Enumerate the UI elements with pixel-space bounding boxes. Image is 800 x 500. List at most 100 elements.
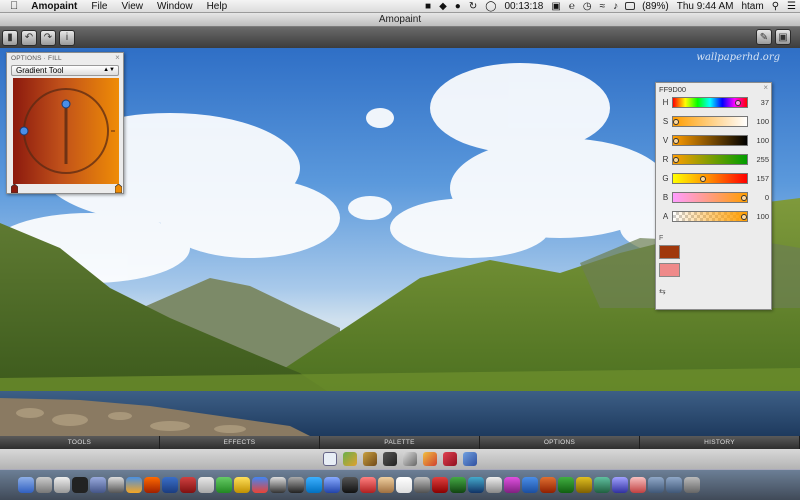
timer-icon[interactable]: ◯: [481, 1, 500, 12]
gradient-preview[interactable]: [13, 78, 119, 184]
brightness-knob[interactable]: [673, 137, 679, 144]
green-knob[interactable]: [700, 175, 707, 182]
slider-value-brightness[interactable]: V 100: [659, 134, 771, 146]
calendar-icon[interactable]: [396, 477, 412, 493]
hue-knob[interactable]: [734, 99, 741, 106]
mission-control-icon[interactable]: [54, 477, 70, 493]
slider-blue[interactable]: B 0: [659, 191, 771, 203]
document-tool-icon[interactable]: [323, 452, 337, 466]
app-icon-crimson[interactable]: [432, 477, 448, 493]
app-icon-red[interactable]: [180, 477, 196, 493]
fill-tool-icon[interactable]: [423, 452, 437, 466]
text-tool-icon[interactable]: [443, 452, 457, 466]
volume-icon[interactable]: ♪: [609, 1, 622, 12]
app-icon-gray[interactable]: [414, 477, 430, 493]
panels-icon[interactable]: ▮: [2, 29, 18, 46]
safari-icon[interactable]: [126, 477, 142, 493]
battery-text[interactable]: (89%): [638, 1, 673, 12]
display-icon[interactable]: ▣: [547, 1, 564, 12]
menu-help[interactable]: Help: [200, 0, 235, 13]
terminal-icon[interactable]: [72, 477, 88, 493]
hue-bar[interactable]: [672, 96, 748, 108]
timer-text[interactable]: 00:13:18: [500, 1, 547, 12]
alpha-knob[interactable]: [741, 213, 747, 220]
menu-file[interactable]: File: [84, 0, 114, 13]
app-icon-mint[interactable]: [594, 477, 610, 493]
app-icon-tan[interactable]: [378, 477, 394, 493]
saturation-bar[interactable]: [672, 115, 748, 127]
amopaint-dock-icon[interactable]: [630, 477, 646, 493]
eraser-tool-icon[interactable]: [403, 452, 417, 466]
swap-colors-icon[interactable]: ⇆: [659, 287, 666, 296]
app-icon-dark[interactable]: [288, 477, 304, 493]
chrome-icon[interactable]: [252, 477, 268, 493]
menu-window[interactable]: Window: [150, 0, 200, 13]
app-icon-indigo[interactable]: [612, 477, 628, 493]
info-icon[interactable]: i: [59, 29, 75, 46]
red-bar[interactable]: [672, 153, 748, 165]
gradient-stop-end[interactable]: [115, 184, 122, 193]
system-prefs-icon[interactable]: [90, 477, 106, 493]
tab-history[interactable]: HISTORY: [640, 436, 800, 449]
slider-alpha[interactable]: A 100: [659, 210, 771, 222]
red-knob[interactable]: [673, 156, 679, 163]
notifications-icon[interactable]: ☰: [783, 1, 800, 12]
app-icon-yellow[interactable]: [576, 477, 592, 493]
tray-app-icon[interactable]: ■: [421, 1, 435, 12]
app-icon-green[interactable]: [216, 477, 232, 493]
piano-app-icon[interactable]: [270, 477, 286, 493]
close-icon[interactable]: ×: [763, 83, 768, 92]
launchpad-icon[interactable]: [36, 477, 52, 493]
dropbox-icon[interactable]: ◆: [435, 1, 451, 12]
green-bar[interactable]: [672, 172, 748, 184]
stamp-tool-icon[interactable]: [383, 452, 397, 466]
blue-knob[interactable]: [741, 194, 747, 201]
brightness-bar[interactable]: [672, 134, 748, 146]
excel-icon[interactable]: [558, 477, 574, 493]
downloads-folder-icon[interactable]: [648, 477, 664, 493]
app-icon-silver[interactable]: [486, 477, 502, 493]
evernote-icon[interactable]: ●: [451, 1, 465, 12]
app-icon-pink[interactable]: [360, 477, 376, 493]
wifi-icon[interactable]: ≈: [596, 1, 610, 12]
word-icon[interactable]: [522, 477, 538, 493]
picker-tool-icon[interactable]: [463, 452, 477, 466]
gradient-angle-dial[interactable]: [13, 78, 119, 184]
app-icon-blue[interactable]: [324, 477, 340, 493]
foreground-swatch[interactable]: [659, 245, 680, 259]
user-name[interactable]: htam: [737, 1, 767, 12]
photo-app-icon[interactable]: [108, 477, 124, 493]
gradient-handle-end[interactable]: [61, 99, 71, 109]
app-icon-forest[interactable]: [450, 477, 466, 493]
brush-tool-icon[interactable]: [343, 452, 357, 466]
saturation-knob[interactable]: [673, 118, 679, 125]
slider-hue[interactable]: H 37: [659, 96, 771, 108]
skype-icon[interactable]: [306, 477, 322, 493]
tab-options[interactable]: OPTIONS: [480, 436, 640, 449]
timemachine-icon[interactable]: ◷: [579, 1, 596, 12]
bluetooth-icon[interactable]: ℮: [565, 1, 579, 12]
background-swatch[interactable]: [659, 263, 680, 277]
textedit-icon[interactable]: [198, 477, 214, 493]
trash-icon[interactable]: [684, 477, 700, 493]
alpha-bar[interactable]: [672, 210, 748, 222]
notes-icon[interactable]: [234, 477, 250, 493]
slider-red[interactable]: R 255: [659, 153, 771, 165]
gradient-stop-start[interactable]: [11, 184, 18, 193]
slider-green[interactable]: G 157: [659, 172, 771, 184]
tab-tools[interactable]: TOOLS: [0, 436, 160, 449]
app-icon-black[interactable]: [342, 477, 358, 493]
battery-icon[interactable]: [625, 2, 636, 10]
mail-icon[interactable]: [162, 477, 178, 493]
tab-palette[interactable]: PALETTE: [320, 436, 480, 449]
app-icon-purple[interactable]: [504, 477, 520, 493]
hex-value[interactable]: FF9D00: [656, 83, 771, 96]
gradient-handle-angle[interactable]: [19, 126, 29, 136]
app-icon-teal[interactable]: [468, 477, 484, 493]
sync-icon[interactable]: ↻: [465, 1, 481, 12]
clock-text[interactable]: Thu 9:44 AM: [673, 1, 738, 12]
blue-bar[interactable]: [672, 191, 748, 203]
pencil-tool-icon[interactable]: [363, 452, 377, 466]
powerpoint-icon[interactable]: [540, 477, 556, 493]
finder-icon[interactable]: [18, 477, 34, 493]
